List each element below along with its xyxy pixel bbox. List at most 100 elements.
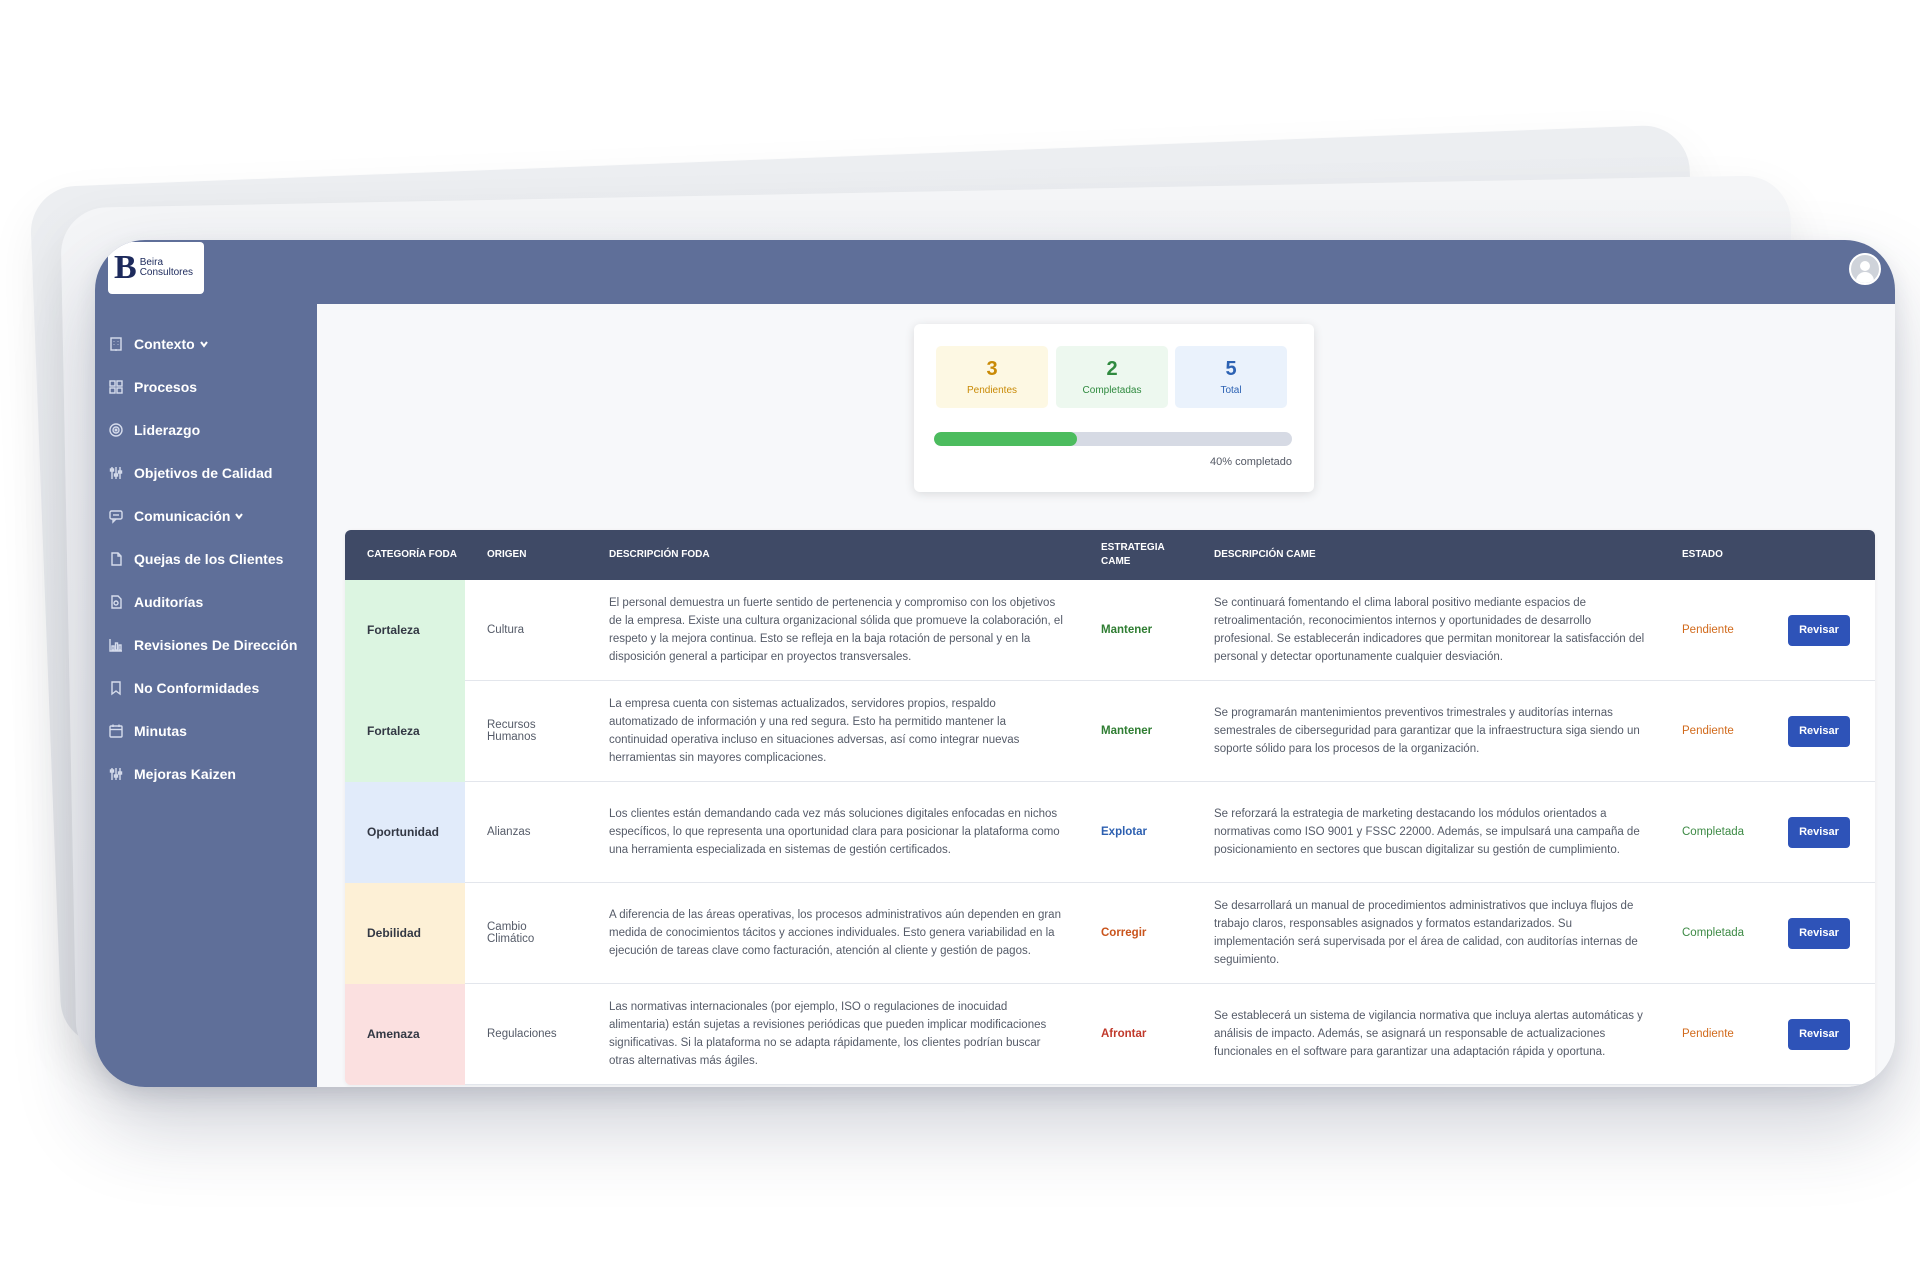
company-logo[interactable]: B Beira Consultores [108, 242, 204, 294]
estado-cell: Pendiente [1682, 1028, 1734, 1040]
building-icon [108, 336, 124, 352]
target-icon [108, 422, 124, 438]
stage: B Beira Consultores Contexto Procesos Lide… [0, 0, 1920, 1280]
progress-bar [934, 432, 1292, 446]
sidebar-item-label: Revisiones De Dirección [134, 636, 298, 653]
chevron-down-icon[interactable] [199, 339, 209, 349]
descripcion-came-cell: Se continuará fomentando el clima labora… [1214, 597, 1645, 663]
logo-mark: B [114, 249, 137, 286]
table-row: Oportunidad Alianzas Los clientes están de… [345, 781, 1875, 883]
origen-cell: Cultura [487, 624, 525, 636]
sidebar-item-mejoras-kaizen[interactable]: Mejoras Kaizen [95, 752, 317, 795]
sidebar-item-liderazgo[interactable]: Liderazgo [95, 408, 317, 451]
table-row: Amenaza Regulaciones Las normativas intern… [345, 983, 1875, 1085]
descripcion-came-cell: Se desarrollará un manual de procedimien… [1214, 900, 1638, 966]
sidebar-item-label: Auditorías [134, 593, 204, 610]
header-descripcion-came: DESCRIPCIÓN CAME [1214, 549, 1316, 560]
sidebar-item-revisiones-de-direccion[interactable]: Revisiones De Dirección [95, 623, 317, 666]
header-descripcion-foda: DESCRIPCIÓN FODA [609, 549, 710, 560]
sidebar-item-procesos[interactable]: Procesos [95, 365, 317, 408]
sidebar-item-label: Objetivos de Calidad [134, 464, 273, 481]
sidebar-item-label: Contexto [134, 335, 195, 352]
sidebar-item-label: Quejas de los Clientes [134, 550, 284, 567]
chevron-down-icon[interactable] [234, 511, 244, 521]
pending-stat: 3 Pendientes [936, 346, 1048, 408]
sidebar-item-contexto[interactable]: Contexto [95, 322, 317, 365]
origen-cell: Regulaciones [487, 1028, 557, 1040]
total-count: 5 [1225, 358, 1237, 380]
logo-text: Beira Consultores [140, 258, 193, 278]
sidebar-item-auditorias[interactable]: Auditorías [95, 580, 317, 623]
estado-cell: Completada [1682, 826, 1745, 838]
descripcion-came-cell: Se programarán mantenimientos preventivo… [1214, 707, 1640, 755]
total-label: Total [1220, 385, 1242, 396]
user-avatar-icon[interactable] [1849, 253, 1881, 285]
origen-cell: Recursos Humanos [487, 719, 537, 743]
progress-summary-card: 3 Pendientes 2 Completadas 5 Total 40% c… [914, 324, 1314, 492]
sidebar-item-objetivos-de-calidad[interactable]: Objetivos de Calidad [95, 451, 317, 494]
descripcion-foda-cell: Las normativas internacionales (por ejem… [609, 1001, 1047, 1067]
chat-icon [108, 508, 124, 524]
table-row: Fortaleza Cultura El personal demuestra un… [345, 579, 1875, 681]
revisar-button[interactable]: Revisar [1788, 917, 1850, 949]
top-bar: B Beira Consultores [95, 240, 1895, 304]
estado-cell: Completada [1682, 927, 1745, 939]
progress-bar-fill [934, 432, 1078, 446]
accion-cell: Revisar [1770, 917, 1875, 949]
sliders-icon [108, 465, 124, 481]
table-row: Fortaleza Recursos Humanos La empresa cuen… [345, 680, 1875, 782]
sliders-icon [108, 766, 124, 782]
categoria-cell: Debilidad [345, 882, 465, 984]
sidebar-item-label: Mejoras Kaizen [134, 765, 236, 782]
bookmark-icon [108, 680, 124, 696]
categoria-cell: Oportunidad [345, 781, 465, 883]
descripcion-came-cell: Se reforzará la estrategia de marketing … [1214, 808, 1640, 856]
sidebar-item-comunicacion[interactable]: Comunicación [95, 494, 317, 537]
descripcion-foda-cell: La empresa cuenta con sistemas actualiza… [609, 698, 1020, 764]
sidebar-item-label: No Conformidades [134, 679, 260, 696]
accion-cell: Revisar [1770, 715, 1875, 747]
revisar-button[interactable]: Revisar [1788, 1018, 1850, 1050]
revisar-button[interactable]: Revisar [1788, 614, 1850, 646]
categoria-cell: Fortaleza [345, 680, 465, 782]
estrategia-cell: Mantener [1101, 725, 1153, 737]
origen-cell: Alianzas [487, 826, 531, 838]
app-window: B Beira Consultores Contexto Procesos Lide… [95, 240, 1895, 1087]
completed-stat: 2 Completadas [1056, 346, 1168, 408]
main-content: 3 Pendientes 2 Completadas 5 Total 40% c… [317, 304, 1895, 1087]
audit-icon [108, 594, 124, 610]
sidebar-item-minutas[interactable]: Minutas [95, 709, 317, 752]
descripcion-came-cell: Se establecerá un sistema de vigilancia … [1214, 1010, 1643, 1058]
estrategia-cell: Afrontar [1101, 1028, 1147, 1040]
header-categoria: CATEGORÍA FODA [367, 549, 457, 560]
progress-label: 40% completado [1210, 456, 1292, 468]
sidebar-item-no-conformidades[interactable]: No Conformidades [95, 666, 317, 709]
sidebar-item-label: Procesos [134, 378, 198, 395]
total-stat: 5 Total [1175, 346, 1287, 408]
sidebar-item-label: Minutas [134, 722, 187, 739]
sidebar-item-quejas-de-los-clientes[interactable]: Quejas de los Clientes [95, 537, 317, 580]
completed-label: Completadas [1082, 385, 1142, 396]
descripcion-foda-cell: A diferencia de las áreas operativas, lo… [609, 909, 1061, 957]
estado-cell: Pendiente [1682, 725, 1734, 737]
table-body: Fortaleza Cultura El personal demuestra un… [345, 579, 1875, 1085]
grid-icon [108, 379, 124, 395]
sidebar-item-label: Comunicación [134, 507, 231, 524]
accion-cell: Revisar [1770, 1018, 1875, 1050]
header-estado: ESTADO [1682, 549, 1723, 560]
accion-cell: Revisar [1770, 816, 1875, 848]
accion-cell: Revisar [1770, 614, 1875, 646]
categoria-cell: Fortaleza [345, 579, 465, 681]
completed-count: 2 [1106, 358, 1118, 380]
sidebar-item-label: Liderazgo [134, 421, 201, 438]
estado-cell: Pendiente [1682, 624, 1734, 636]
header-origen: ORIGEN [487, 549, 527, 560]
table-header: CATEGORÍA FODA ORIGEN DESCRIPCIÓN FODA E… [345, 530, 1875, 580]
pending-count: 3 [986, 358, 998, 380]
origen-cell: Cambio Climático [487, 921, 535, 945]
descripcion-foda-cell: Los clientes están demandando cada vez m… [609, 808, 1060, 856]
logo-line-2: Consultores [139, 267, 194, 278]
sidebar: Contexto Procesos Liderazgo Objetivos de Ca… [95, 304, 317, 1087]
revisar-button[interactable]: Revisar [1788, 816, 1850, 848]
revisar-button[interactable]: Revisar [1788, 715, 1850, 747]
